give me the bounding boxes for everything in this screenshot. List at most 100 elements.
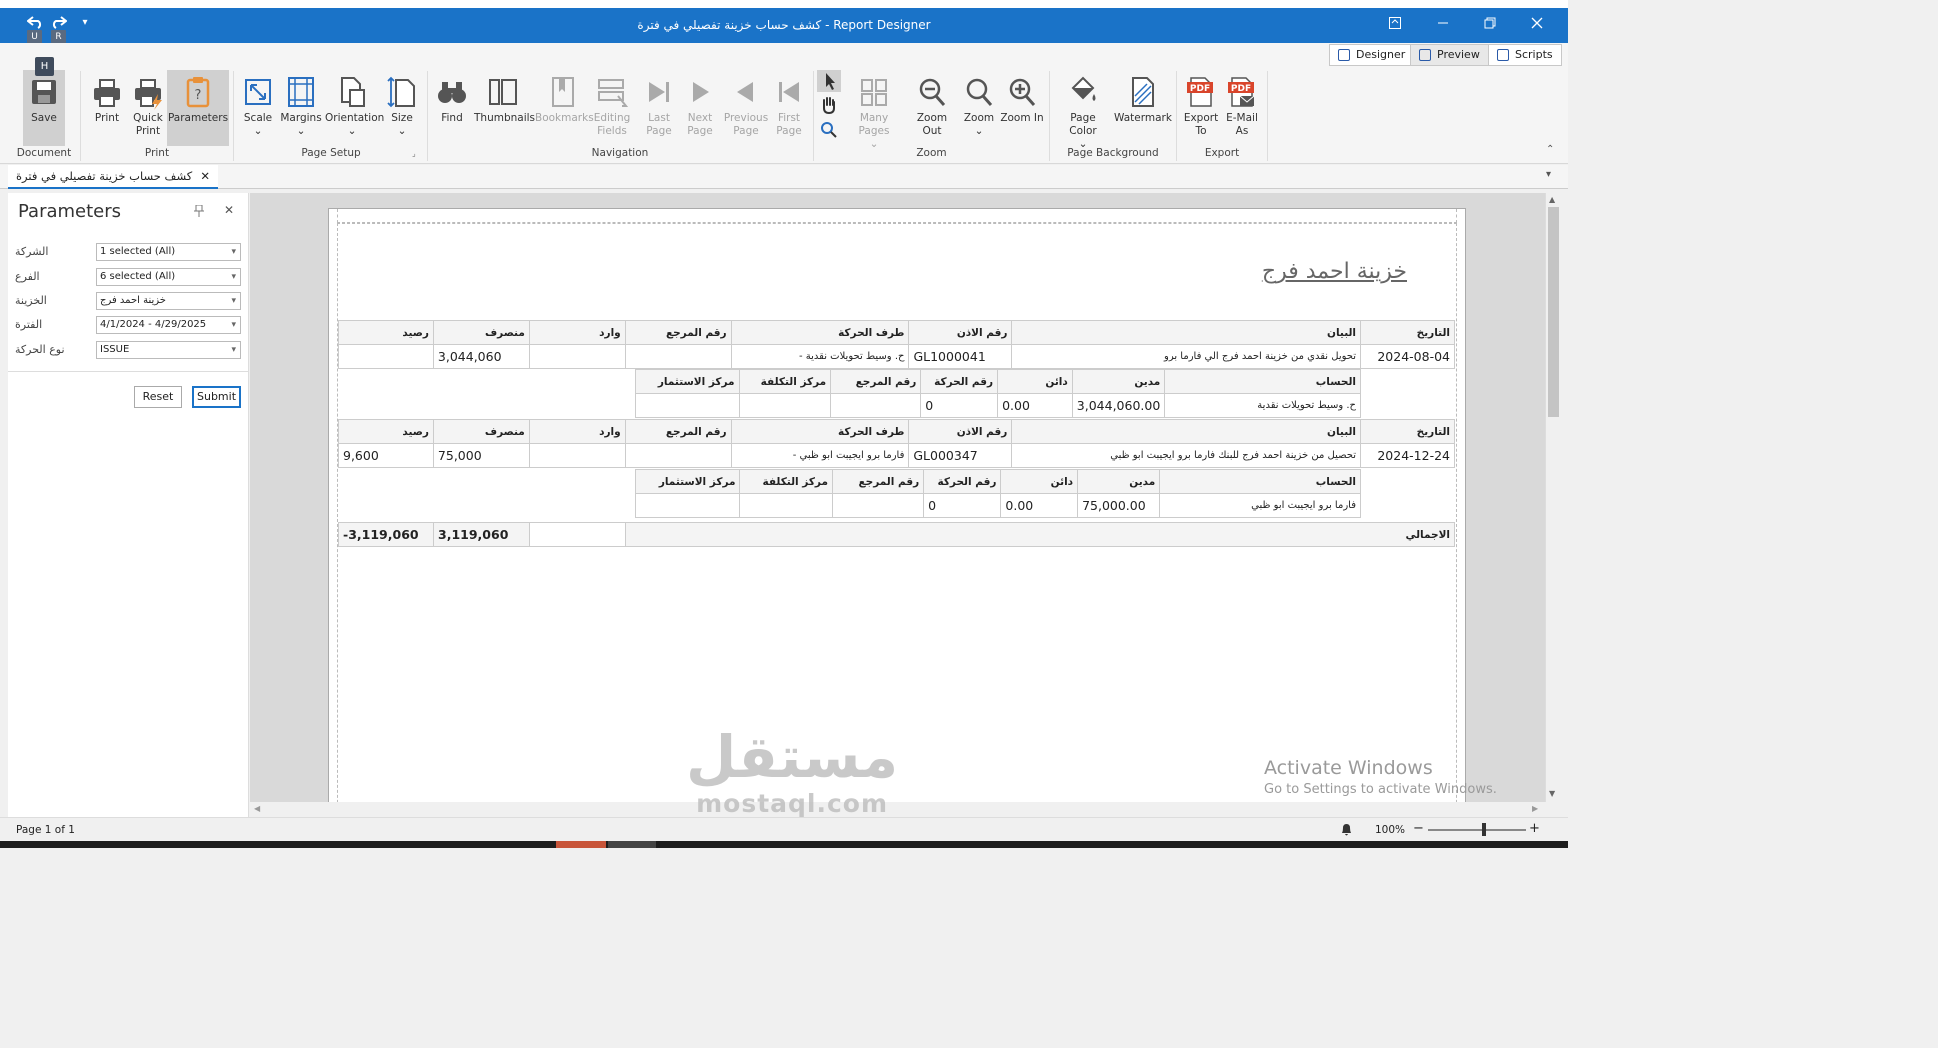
close-tab-icon[interactable]: ✕ [200, 165, 210, 187]
page-margin-guide [337, 209, 1457, 223]
first-page-button[interactable]: First Page [768, 70, 810, 146]
zoom-out-button[interactable]: Zoom Out [907, 70, 957, 146]
next-page-button[interactable]: Next Page [680, 70, 720, 146]
header-incoming: وارد [528, 419, 626, 444]
zoom-out-icon [919, 78, 946, 106]
size-button[interactable]: Size ⌄ [382, 70, 422, 146]
next-page-label: Next Page [687, 112, 713, 137]
header-date: التاريخ [1360, 320, 1455, 345]
scale-chevron-down-icon: ⌄ [253, 125, 263, 137]
find-button[interactable]: Find [432, 70, 472, 146]
scroll-right-icon[interactable]: ▶ [1532, 804, 1538, 813]
email-as-button[interactable]: PDF E-Mail As [1222, 70, 1262, 146]
cell-account: فارما برو ايجيبت ابو ظبي [1159, 493, 1361, 518]
reset-button[interactable]: Reset [134, 386, 182, 408]
zoom-button[interactable]: Zoom ⌄ [957, 70, 1001, 146]
group-export-label: Export [1204, 147, 1240, 159]
zoom-in-button[interactable]: Zoom In [1000, 70, 1044, 146]
customize-qat-chevron-down-icon[interactable]: ▾ [74, 14, 96, 36]
last-page-icon [649, 82, 669, 102]
zoom-chevron-down-icon: ⌄ [974, 125, 984, 137]
scrollbar-thumb[interactable] [1548, 207, 1559, 417]
export-to-button[interactable]: PDF Export To [1180, 70, 1222, 146]
thumbnails-button[interactable]: Thumbnails [474, 70, 535, 146]
scripts-view-button[interactable]: Scripts [1488, 44, 1562, 66]
entry-header-row: التاريخ البيان رقم الاذن طرف الحركة رقم … [338, 419, 1455, 444]
total-outgoing: 3,119,060 [433, 522, 530, 547]
total-balance: 3,119,060- [337, 522, 435, 547]
bookmarks-button[interactable]: Bookmarks [535, 70, 594, 146]
zoom-level: 100% [1375, 824, 1406, 836]
taskbar-app[interactable] [556, 841, 606, 848]
magnifier-icon [821, 122, 837, 138]
cell-statement: تحصيل من خزينة احمد فرج للبنك فارما برو … [1011, 443, 1362, 468]
total-table: الاجمالي 3,119,060 3,119,060- [337, 522, 1456, 547]
group-separator [233, 71, 234, 161]
parameter-movement-type: نوع الحركة ISSUE [8, 341, 249, 359]
taskbar-app[interactable] [608, 841, 656, 848]
branch-dropdown[interactable]: 6 selected (All) [96, 268, 241, 286]
page-setup-dialog-launcher-icon[interactable]: ⌟ [412, 149, 416, 158]
scroll-left-icon[interactable]: ◀ [254, 804, 260, 813]
cell-date: 2024-12-24 [1360, 443, 1455, 468]
print-button[interactable]: Print [86, 70, 128, 146]
zoom-in-label: Zoom In [1000, 112, 1044, 124]
many-pages-button[interactable]: Many Pages ⌄ [845, 70, 903, 150]
document-tab[interactable]: كشف حساب خزينة تفصيلي في فترة ✕ [8, 165, 218, 189]
zoom-plus-icon[interactable]: + [1529, 821, 1540, 836]
header-cost-center: مركز التكلفة [739, 469, 833, 494]
zoom-minus-icon[interactable]: − [1413, 821, 1424, 836]
detail-table: الحساب مدين دائن رقم الحركة رقم المرجع م… [635, 369, 1361, 418]
previous-page-button[interactable]: Previous Page [722, 70, 770, 146]
last-page-button[interactable]: Last Page [638, 70, 680, 146]
scroll-down-icon[interactable]: ▼ [1549, 789, 1555, 798]
margins-button[interactable]: Margins ⌄ [280, 70, 322, 146]
vertical-scrollbar[interactable]: ▲ ▼ [1545, 193, 1560, 802]
window-title: كشف حساب خزينة تفصيلي في فترة - Report D… [637, 18, 931, 32]
editing-fields-button[interactable]: Editing Fields [591, 70, 633, 146]
scale-label: Scale [243, 112, 273, 124]
group-separator [427, 71, 428, 161]
watermark-button[interactable]: Watermark [1113, 70, 1173, 146]
treasury-dropdown[interactable]: خزينة احمد فرج [96, 292, 241, 310]
group-page-setup-label: Page Setup [301, 147, 361, 159]
scale-button[interactable]: Scale ⌄ [238, 70, 278, 146]
designer-view-button[interactable]: Designer [1329, 44, 1415, 66]
quick-print-button[interactable]: Quick Print [127, 70, 169, 146]
group-separator [1049, 71, 1050, 161]
parameters-button[interactable]: ? Parameters [167, 70, 229, 146]
header-outgoing: منصرف [432, 320, 530, 345]
hand-icon [823, 97, 835, 115]
magnifier-tool-button[interactable] [817, 118, 841, 140]
preview-view-button[interactable]: Preview [1410, 44, 1489, 66]
page-color-button[interactable]: Page Color ⌄ [1055, 70, 1111, 150]
bell-icon[interactable] [1340, 823, 1353, 837]
scroll-up-icon[interactable]: ▲ [1549, 195, 1555, 204]
close-panel-icon[interactable]: ✕ [224, 203, 234, 217]
restore-button[interactable] [1467, 8, 1513, 43]
ribbon: Designer Preview Scripts Save H Document… [0, 43, 1568, 164]
collapse-ribbon-chevron-up-icon[interactable]: ⌃ [1546, 144, 1554, 155]
submit-button[interactable]: Submit [192, 386, 241, 408]
period-range-picker[interactable]: 4/1/2024 - 4/29/2025 [96, 316, 241, 334]
zoom-slider[interactable] [1428, 829, 1526, 831]
page-indicator: Page 1 of 1 [16, 824, 75, 836]
orientation-button[interactable]: Orientation ⌄ [325, 70, 384, 146]
pointer-tool-button[interactable] [817, 70, 841, 92]
cell-incoming [528, 443, 626, 468]
pin-icon[interactable] [194, 204, 204, 220]
minimize-button[interactable] [1420, 8, 1466, 43]
ribbon-display-options-button[interactable] [1372, 8, 1418, 43]
close-button[interactable] [1514, 8, 1560, 43]
undo-button[interactable]: U [24, 14, 46, 45]
redo-button[interactable]: R [48, 14, 70, 45]
save-button[interactable]: Save [23, 70, 65, 146]
minimize-icon [1438, 22, 1448, 24]
movement-type-dropdown[interactable]: ISSUE [96, 341, 241, 359]
tab-list-chevron-down-icon[interactable]: ▾ [1546, 169, 1551, 180]
cell-ref-no [831, 493, 925, 518]
zoom-slider-thumb[interactable] [1482, 823, 1486, 836]
hand-tool-button[interactable] [817, 94, 841, 116]
cell-credit: 0.00 [997, 393, 1073, 418]
company-dropdown[interactable]: 1 selected (All) [96, 243, 241, 261]
